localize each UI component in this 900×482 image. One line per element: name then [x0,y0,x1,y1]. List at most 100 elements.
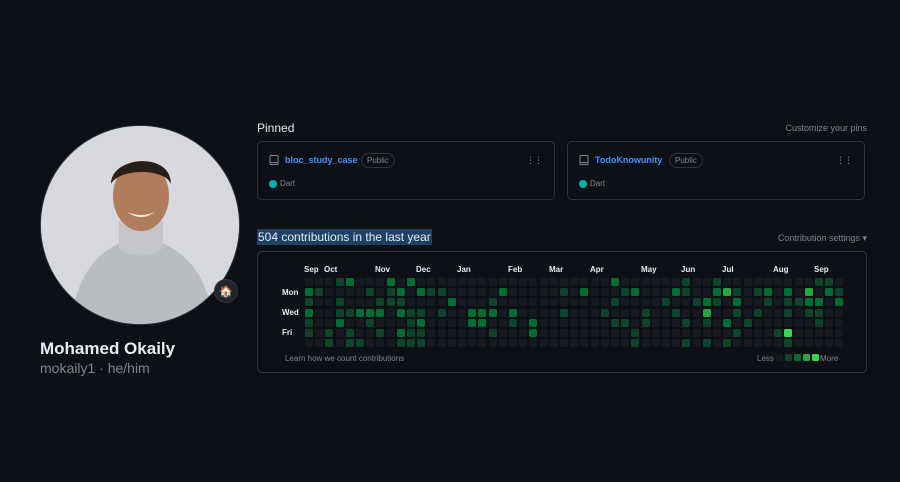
contribution-cell[interactable] [702,339,711,348]
contribution-cell[interactable] [702,298,711,307]
contribution-cell[interactable] [315,308,324,317]
contribution-cell[interactable] [529,278,538,286]
contribution-cell[interactable] [672,318,681,327]
repo-name-link[interactable]: TodoKnowunity [595,155,662,165]
contribution-cell[interactable] [509,278,517,286]
contribution-cell[interactable] [713,339,721,348]
contribution-cell[interactable] [366,288,375,297]
contribution-cell[interactable] [519,278,528,286]
contribution-cell[interactable] [488,318,497,327]
contribution-cell[interactable] [641,329,650,337]
contribution-cell[interactable] [641,339,650,348]
contribution-cell[interactable] [825,318,834,327]
contribution-cell[interactable] [376,318,385,327]
contribution-cell[interactable] [825,308,834,317]
contribution-cell[interactable] [600,298,609,307]
set-status-button[interactable]: 🏠 [214,279,238,303]
contribution-cell[interactable] [621,278,630,286]
contribution-cell[interactable] [794,318,803,327]
contribution-cell[interactable] [478,278,487,286]
contribution-cell[interactable] [529,339,538,348]
contribution-cell[interactable] [335,288,344,297]
contribution-cell[interactable] [600,308,609,317]
contribution-cell[interactable] [417,308,426,317]
contribution-cell[interactable] [427,318,436,327]
contribution-cell[interactable] [641,288,650,297]
contribution-cell[interactable] [702,318,711,327]
contribution-cell[interactable] [488,288,497,297]
contribution-cell[interactable] [509,298,517,307]
contribution-cell[interactable] [733,339,742,348]
contribution-cell[interactable] [835,329,844,337]
contribution-cell[interactable] [488,339,497,348]
contribution-cell[interactable] [815,308,823,317]
contribution-cell[interactable] [580,278,589,286]
contribution-cell[interactable] [815,318,823,327]
contribution-cell[interactable] [662,288,670,297]
contribution-cell[interactable] [764,308,772,317]
contribution-cell[interactable] [651,298,660,307]
contribution-cell[interactable] [651,308,660,317]
contribution-cell[interactable] [662,308,670,317]
contribution-cell[interactable] [621,339,630,348]
contribution-cell[interactable] [774,318,783,327]
contribution-cell[interactable] [305,329,313,337]
contribution-cell[interactable] [590,278,599,286]
contribution-cell[interactable] [621,329,630,337]
contribution-cell[interactable] [386,339,395,348]
contribution-cell[interactable] [478,318,487,327]
contribution-cell[interactable] [356,298,364,307]
contribution-cell[interactable] [519,329,528,337]
contribution-cell[interactable] [335,329,344,337]
contribution-cell[interactable] [733,298,742,307]
contribution-cell[interactable] [498,298,507,307]
contribution-cell[interactable] [498,278,507,286]
contribution-cell[interactable] [335,339,344,348]
contribution-cell[interactable] [631,318,640,327]
contribution-cell[interactable] [743,308,752,317]
contribution-cell[interactable] [407,308,415,317]
contribution-cell[interactable] [815,278,823,286]
contribution-cell[interactable] [376,278,385,286]
contribution-cell[interactable] [600,278,609,286]
contribution-cell[interactable] [560,308,568,317]
contribution-cell[interactable] [692,339,701,348]
contribution-cell[interactable] [600,318,609,327]
contribution-cell[interactable] [356,278,364,286]
contribution-cell[interactable] [794,278,803,286]
contribution-cell[interactable] [774,298,783,307]
contribution-cell[interactable] [835,278,844,286]
contribution-cell[interactable] [815,298,823,307]
contribution-cell[interactable] [366,308,375,317]
contribution-cell[interactable] [764,329,772,337]
contribution-cell[interactable] [692,288,701,297]
contribution-cell[interactable] [560,298,568,307]
contribution-cell[interactable] [407,329,415,337]
contribution-cell[interactable] [631,308,640,317]
contribution-cell[interactable] [621,298,630,307]
contribution-cell[interactable] [784,288,793,297]
contribution-cell[interactable] [447,278,456,286]
contribution-cell[interactable] [753,329,762,337]
contribution-cell[interactable] [682,308,691,317]
contribution-cell[interactable] [539,329,548,337]
contribution-cell[interactable] [835,298,844,307]
contribution-cell[interactable] [549,308,558,317]
contribution-cell[interactable] [672,298,681,307]
contribution-cell[interactable] [345,288,354,297]
contribution-cell[interactable] [345,298,354,307]
contribution-cell[interactable] [305,288,313,297]
contribution-cell[interactable] [396,278,405,286]
contribution-cell[interactable] [702,329,711,337]
contribution-cell[interactable] [713,288,721,297]
contribution-cell[interactable] [325,288,334,297]
contribution-cell[interactable] [570,318,579,327]
learn-contributions-link[interactable]: Learn how we count contributions [285,354,404,363]
contribution-cell[interactable] [345,278,354,286]
contribution-cell[interactable] [498,308,507,317]
contribution-cell[interactable] [376,298,385,307]
contribution-cell[interactable] [427,288,436,297]
contribution-cell[interactable] [672,278,681,286]
contribution-cell[interactable] [519,339,528,348]
contribution-cell[interactable] [774,278,783,286]
